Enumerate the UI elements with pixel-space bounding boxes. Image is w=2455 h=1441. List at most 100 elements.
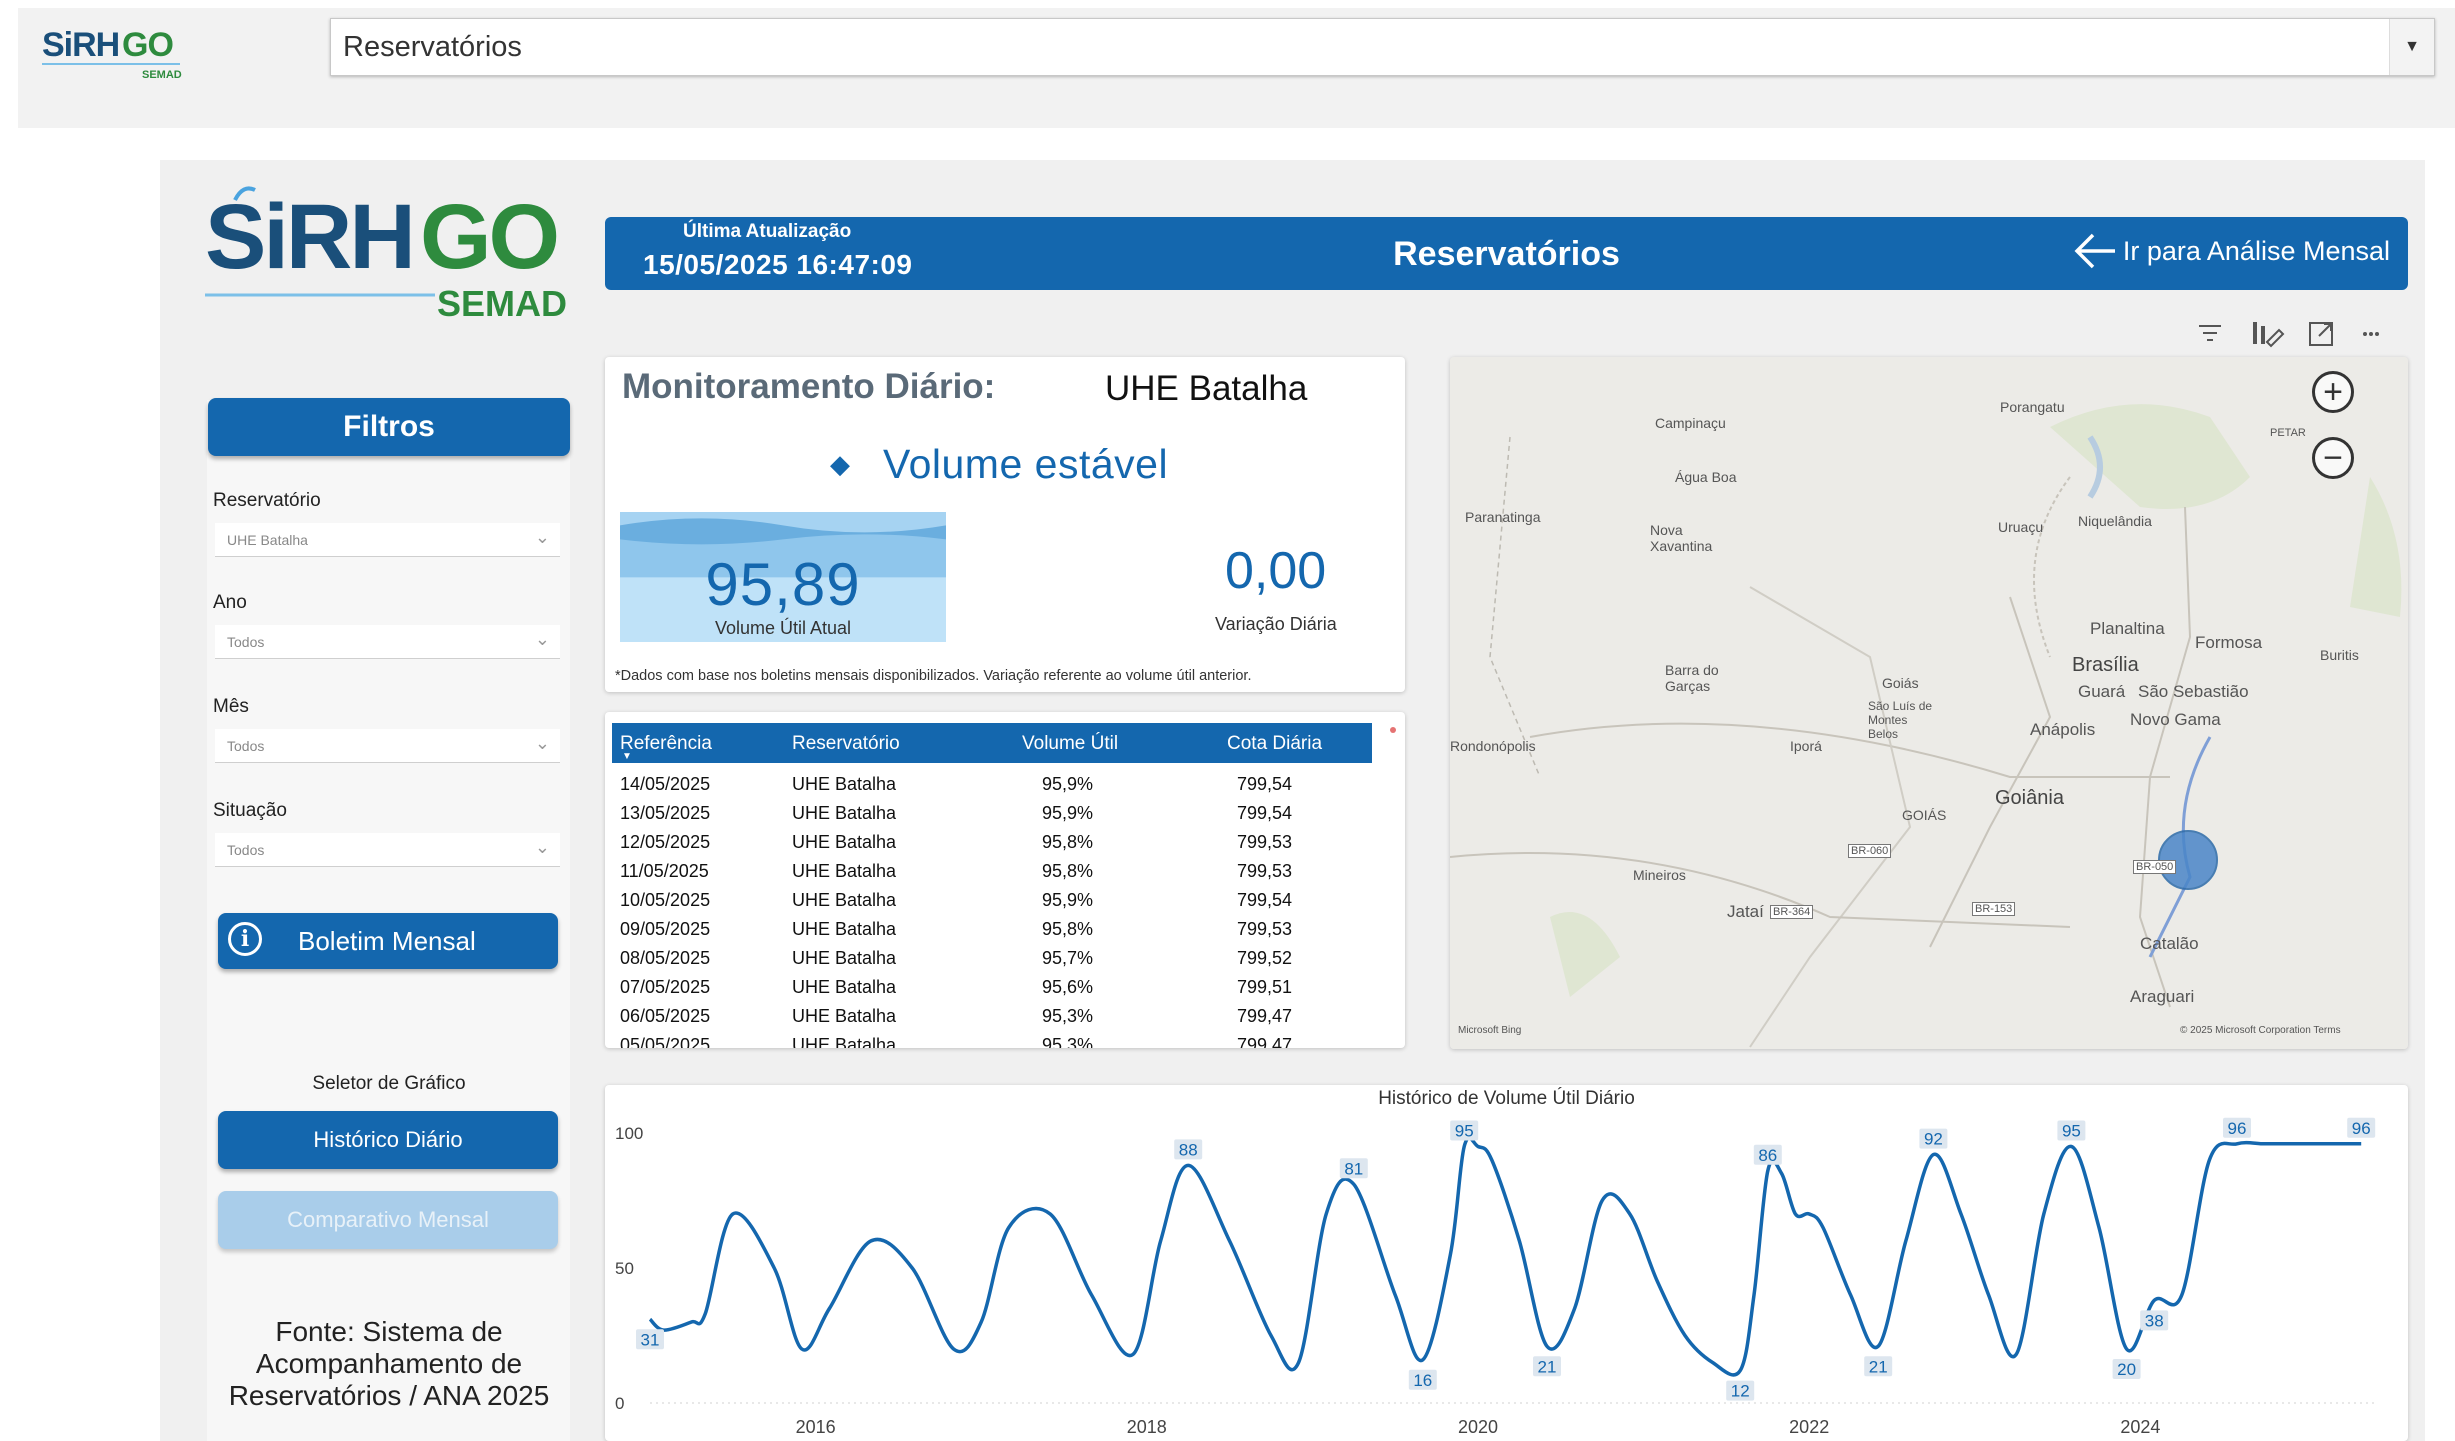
table-cell: UHE Batalha	[792, 977, 897, 997]
map-label: Porangatu	[2000, 399, 2065, 415]
road-shield: BR-050	[2133, 860, 2177, 874]
data-label: 38	[2145, 1311, 2164, 1330]
zoom-in-button[interactable]: +	[2312, 371, 2354, 413]
table-cell: 799,54	[1237, 803, 1293, 823]
table-row[interactable]: 06/05/2025 UHE Batalha 95,3% 799,47	[612, 1001, 1372, 1030]
focus-edit-icon[interactable]	[2253, 322, 2285, 348]
table-row[interactable]: 10/05/2025 UHE Batalha 95,9% 799,54	[612, 885, 1372, 914]
col-header-reservatorio[interactable]: Reservatório	[792, 733, 900, 755]
map-attribution-copyright[interactable]: © 2025 Microsoft Corporation Terms	[2180, 1025, 2341, 1036]
page-select[interactable]: Reservatórios ▼	[330, 18, 2435, 76]
svg-text:SEMAD: SEMAD	[437, 283, 567, 324]
table-cell: UHE Batalha	[792, 832, 897, 852]
filter-select-ano[interactable]: Todos ⌄	[215, 625, 560, 659]
data-source-note: Fonte: Sistema de Acompanhamento de Rese…	[228, 1316, 550, 1411]
table-row[interactable]: 11/05/2025 UHE Batalha 95,8% 799,53	[612, 856, 1372, 885]
filters-header: Filtros	[208, 398, 570, 456]
map-label: Campinaçu	[1655, 415, 1726, 431]
data-label: 86	[1758, 1146, 1777, 1165]
daily-table-card: Referência ▼ Reservatório Volume Útil Co…	[605, 712, 1405, 1048]
chevron-down-icon: ⌄	[534, 837, 550, 857]
y-tick-label: 50	[615, 1259, 634, 1278]
y-tick-label: 100	[615, 1124, 643, 1143]
report-logo: SiRH GO SEMAD	[205, 180, 575, 330]
monitor-label: Monitoramento Diário:	[622, 367, 996, 406]
chevron-down-icon[interactable]: ▼	[2389, 19, 2434, 75]
table-cell: 799,53	[1237, 861, 1293, 881]
boletim-mensal-label: Boletim Mensal	[298, 925, 476, 956]
monitor-card: Monitoramento Diário: UHE Batalha ◆ Volu…	[605, 357, 1405, 692]
chevron-down-icon: ⌄	[534, 527, 550, 547]
boletim-mensal-button[interactable]: i Boletim Mensal	[218, 913, 558, 969]
table-row[interactable]: 09/05/2025 UHE Batalha 95,8% 799,53	[612, 914, 1372, 943]
nav-analise-mensal-link[interactable]: Ir para Análise Mensal	[2073, 231, 2390, 271]
table-cell: UHE Batalha	[792, 1035, 897, 1048]
table-cell: 13/05/2025	[620, 803, 711, 823]
map-label: Catalão	[2140, 934, 2199, 953]
table-row[interactable]: 07/05/2025 UHE Batalha 95,6% 799,51	[612, 972, 1372, 1001]
data-label: 95	[2062, 1122, 2081, 1141]
col-header-cota-diaria[interactable]: Cota Diária	[1227, 733, 1322, 755]
map-label: Buritis	[2320, 647, 2359, 663]
data-label: 96	[2352, 1119, 2371, 1138]
data-label: 31	[641, 1330, 660, 1349]
table-cell: UHE Batalha	[792, 890, 897, 910]
filter-select-reservatorio[interactable]: UHE Batalha ⌄	[215, 523, 560, 557]
historico-diario-button[interactable]: Histórico Diário	[218, 1111, 558, 1169]
col-header-volume-util[interactable]: Volume Útil	[1022, 733, 1118, 755]
data-label: 81	[1344, 1159, 1363, 1178]
table-cell: 95,3%	[1042, 1035, 1094, 1048]
more-options-icon[interactable]	[2363, 332, 2379, 336]
map-label: Paranatinga	[1465, 509, 1541, 525]
nav-analise-mensal-label: Ir para Análise Mensal	[2122, 235, 2390, 266]
map-label: Araguari	[2130, 987, 2195, 1006]
svg-text:GO: GO	[122, 26, 173, 64]
table-cell: 95,8%	[1042, 861, 1094, 881]
app-logo: SiRH GO SEMAD	[40, 18, 190, 88]
chevron-down-icon: ⌄	[534, 733, 550, 753]
road-shield: BR-364	[1770, 905, 1814, 919]
table-row[interactable]: 13/05/2025 UHE Batalha 95,9% 799,54	[612, 798, 1372, 827]
visual-toolbar	[2195, 318, 2395, 350]
filter-label-situacao: Situação	[213, 800, 287, 821]
map-label: Niquelândia	[2078, 513, 2152, 529]
map-attribution-bing: Microsoft Bing	[1458, 1025, 1522, 1036]
data-label: 16	[1413, 1371, 1432, 1390]
table-row[interactable]: 08/05/2025 UHE Batalha 95,7% 799,52	[612, 943, 1372, 972]
table-cell: 799,51	[1237, 977, 1293, 997]
table-row[interactable]: 14/05/2025 UHE Batalha 95,9% 799,54	[612, 769, 1372, 798]
map-label: Anápolis	[2030, 720, 2096, 739]
x-tick-label: 2018	[1127, 1417, 1167, 1437]
table-row[interactable]: 05/05/2025 UHE Batalha 95,3% 799,47	[612, 1030, 1372, 1048]
sort-desc-icon: ▼	[622, 751, 632, 762]
col-header-referencia[interactable]: Referência	[620, 733, 712, 755]
chevron-down-icon: ⌄	[534, 629, 550, 649]
table-cell: 11/05/2025	[620, 861, 709, 881]
table-cell: UHE Batalha	[792, 803, 897, 823]
table-cell: 799,53	[1237, 832, 1293, 852]
comparativo-mensal-button[interactable]: Comparativo Mensal	[218, 1191, 558, 1249]
filter-label-mes: Mês	[213, 696, 249, 717]
table-cell: 799,47	[1237, 1035, 1293, 1048]
volume-value: 95,89	[705, 551, 861, 618]
map-label: Nova Xavantina	[1650, 522, 1713, 554]
map-card[interactable]: + − Porangatu Campinaçu Água Boa Paranat…	[1450, 357, 2408, 1049]
table-cell: 05/05/2025	[620, 1035, 711, 1048]
table-cell: 799,54	[1237, 774, 1293, 794]
zoom-out-button[interactable]: −	[2312, 437, 2354, 479]
map-label: Uruaçu	[1998, 519, 2044, 535]
filter-icon[interactable]	[2199, 325, 2221, 341]
map-label: Jataí	[1727, 902, 1764, 921]
filter-select-situacao[interactable]: Todos ⌄	[215, 833, 560, 867]
table-cell: 95,9%	[1042, 803, 1094, 823]
table-cell: 95,3%	[1042, 1006, 1094, 1026]
table-cell: 95,6%	[1042, 977, 1094, 997]
table-cell: 10/05/2025	[620, 890, 711, 910]
table-cell: 08/05/2025	[620, 948, 711, 968]
table-row[interactable]: 12/05/2025 UHE Batalha 95,8% 799,53	[612, 827, 1372, 856]
expand-icon[interactable]	[2309, 322, 2333, 346]
table-cell: UHE Batalha	[792, 948, 897, 968]
svg-text:GO: GO	[420, 186, 557, 288]
filter-select-mes[interactable]: Todos ⌄	[215, 729, 560, 763]
series-line-volume[interactable]	[648, 1136, 2362, 1377]
